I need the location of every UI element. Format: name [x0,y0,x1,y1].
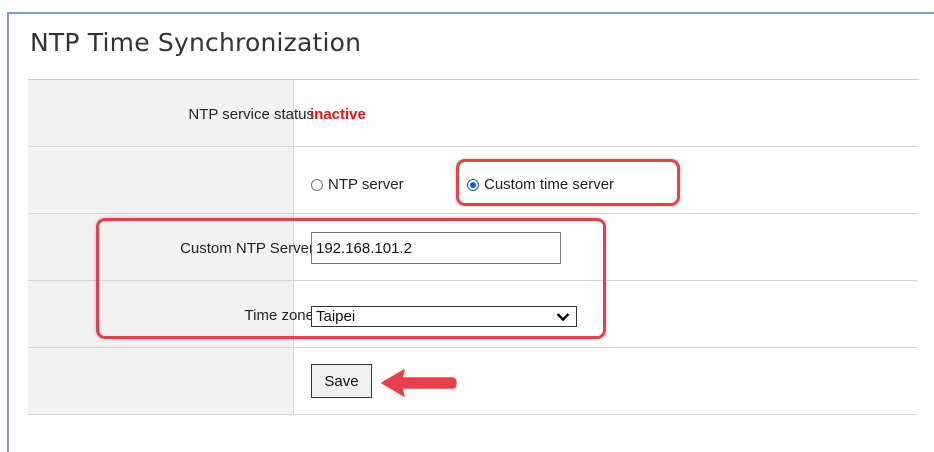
status-row [28,80,918,147]
radio-ntp-server-label: NTP server [328,176,404,193]
fields-highlight [96,218,606,339]
status-value: inactive [310,106,366,123]
mode-label-cell [28,147,294,213]
save-row [28,348,918,415]
status-label: NTP service status [188,106,314,123]
save-button[interactable]: Save [311,364,372,398]
save-label-cell [28,348,294,414]
custom-time-server-highlight [456,159,680,206]
arrow-left-icon [381,369,457,397]
radio-ntp-server-button[interactable] [311,178,323,191]
radio-ntp-server[interactable]: NTP server [311,176,404,193]
page-title: NTP Time Synchronization [30,28,362,57]
